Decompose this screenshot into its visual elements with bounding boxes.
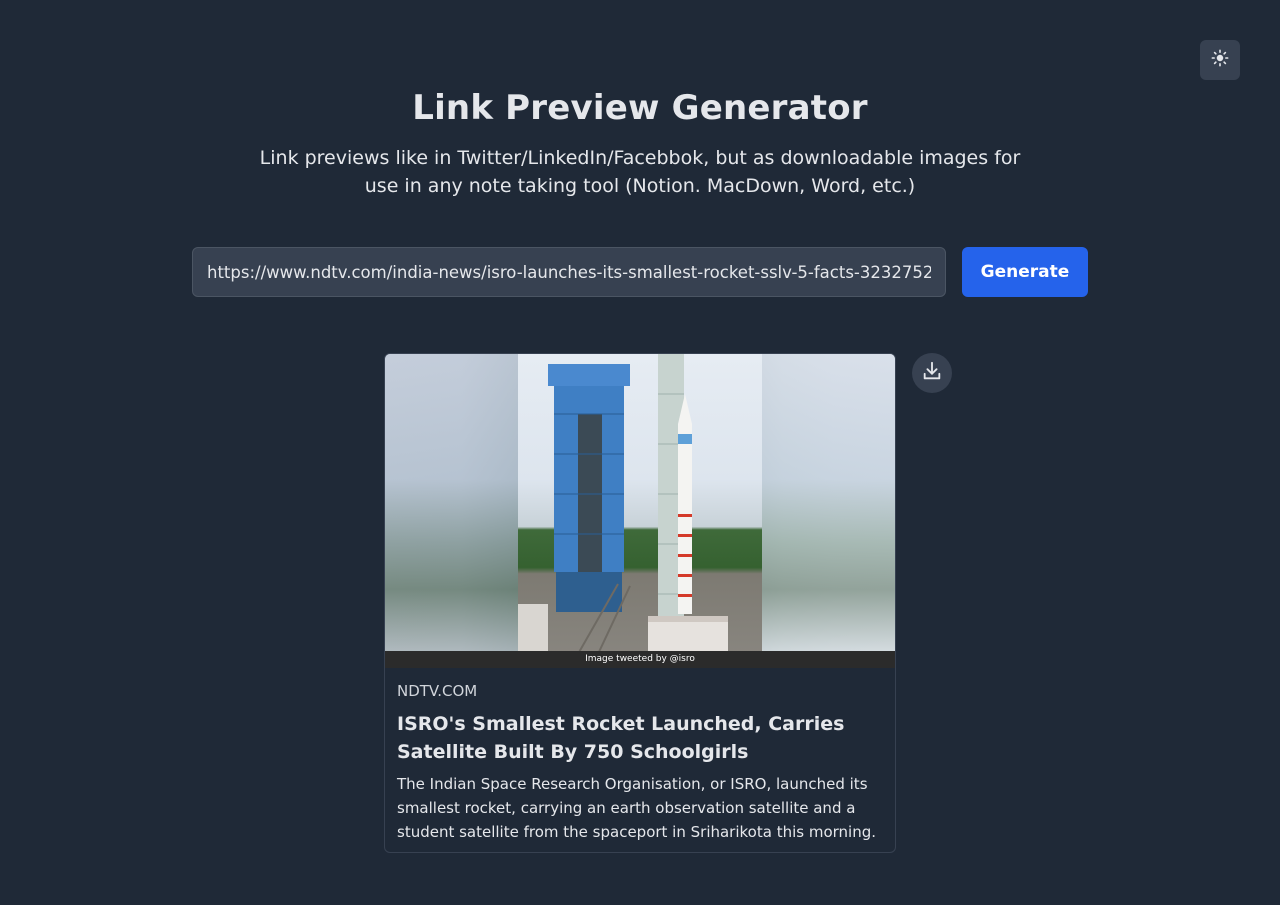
image-caption: Image tweeted by @isro xyxy=(385,651,895,668)
theme-toggle-button[interactable] xyxy=(1200,40,1240,80)
preview-image-blur-left xyxy=(385,354,519,668)
preview-image-blur-right xyxy=(761,354,895,668)
download-button[interactable] xyxy=(912,353,952,393)
sun-icon xyxy=(1211,49,1229,71)
preview-image: Image tweeted by @isro xyxy=(385,354,895,668)
page-subtitle: Link previews like in Twitter/LinkedIn/F… xyxy=(259,147,1021,197)
link-preview-card: Image tweeted by @isro NDTV.COM ISRO's S… xyxy=(384,353,896,853)
preview-title: ISRO's Smallest Rocket Launched, Carries… xyxy=(397,713,845,763)
preview-image-rocket-photo xyxy=(518,354,762,668)
generate-button[interactable]: Generate xyxy=(962,247,1088,297)
url-input[interactable] xyxy=(192,247,946,297)
page-title: Link Preview Generator xyxy=(412,88,868,128)
preview-domain: NDTV.COM xyxy=(397,682,478,700)
preview-card-body: NDTV.COM ISRO's Smallest Rocket Launched… xyxy=(385,668,895,852)
preview-description: The Indian Space Research Organisation, … xyxy=(397,775,876,841)
download-icon xyxy=(921,360,943,386)
